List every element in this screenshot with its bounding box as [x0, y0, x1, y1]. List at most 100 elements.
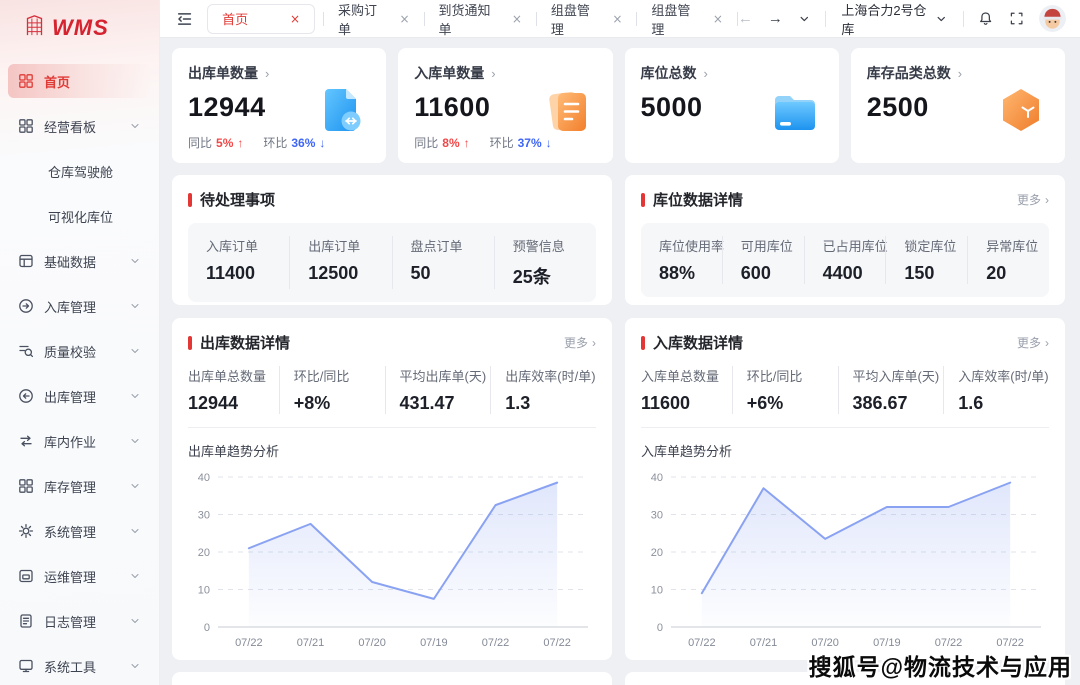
svg-text:20: 20: [651, 547, 663, 559]
inbound-details-panel: 入库数据详情 更多 › 入库单总数量 11600 环比/同比: [625, 318, 1065, 660]
card-title-link[interactable]: 入库单数量 ›: [414, 63, 596, 83]
chevron-down-icon: [129, 255, 141, 267]
more-link[interactable]: 更多 ›: [564, 334, 596, 351]
collapse-sidebar-icon[interactable]: [176, 10, 193, 28]
card-title-link[interactable]: 库存品类总数 ›: [867, 63, 1049, 83]
warehouse-rack-logo-icon: [24, 14, 45, 42]
warehouse-selector[interactable]: 上海合力2号仓库: [841, 0, 947, 38]
chevron-right-icon: ›: [958, 66, 962, 81]
tab-pallet-mgmt-1[interactable]: 组盘管理 ×: [537, 0, 637, 38]
svg-text:07/20: 07/20: [811, 637, 839, 649]
chevron-down-icon: [129, 615, 141, 627]
stat-col: 入库订单 11400: [188, 236, 289, 289]
close-icon[interactable]: ×: [612, 12, 622, 26]
stat-col: 平均入库单(天) 386.67: [838, 366, 944, 414]
svg-text:07/22: 07/22: [688, 637, 716, 649]
sidebar-item-home[interactable]: 首页: [8, 64, 151, 98]
sidebar-item-label: 日志管理: [44, 612, 119, 631]
tab-label: 到货通知单: [439, 0, 496, 38]
sidebar-item-quality-check[interactable]: 质量校验: [8, 334, 151, 368]
card-title: 库位总数: [641, 63, 697, 83]
svg-text:07/22: 07/22: [482, 637, 510, 649]
tab-home[interactable]: 首页 ×: [207, 4, 315, 34]
stat-col: 平均出库单(天) 431.47: [385, 366, 491, 414]
orange-document-icon: [541, 84, 597, 140]
svg-text:07/21: 07/21: [297, 637, 325, 649]
card-title: 出库单数量: [188, 63, 258, 83]
logo: WMS: [0, 0, 159, 56]
panel-title: 库位数据详情: [641, 189, 743, 210]
panel-title: 待处理事项: [188, 189, 275, 210]
back-arrow-icon[interactable]: ←: [738, 11, 753, 26]
logo-text: WMS: [52, 15, 109, 41]
more-link[interactable]: 更多 ›: [1017, 334, 1049, 351]
sidebar-item-warehouse-ops[interactable]: 库内作业: [8, 424, 151, 458]
stat-col: 异常库位 20: [967, 236, 1049, 284]
sidebar-item-system-tools[interactable]: 系统工具: [8, 649, 151, 683]
avatar[interactable]: [1039, 5, 1066, 32]
panel-head: 入库数据详情 更多 ›: [641, 332, 1049, 353]
inbound-trend-chart: 01020304007/2207/2107/2007/1907/2207/22: [641, 465, 1049, 653]
close-icon[interactable]: ×: [400, 12, 410, 26]
sidebar-item-base-data[interactable]: 基础数据: [8, 244, 151, 278]
sidebar-item-label: 入库管理: [44, 297, 119, 316]
pending-items-panel: 待处理事项 入库订单 11400 出库订单 12500 盘点: [172, 175, 612, 305]
card-title-link[interactable]: 出库单数量 ›: [188, 63, 370, 83]
chevron-down-icon: [935, 12, 948, 26]
sidebar-item-inbound-mgmt[interactable]: 入库管理: [8, 289, 151, 323]
tab-label: 组盘管理: [551, 0, 597, 38]
sidebar-item-inventory-mgmt[interactable]: 库存管理: [8, 469, 151, 503]
sidebar-item-log-mgmt[interactable]: 日志管理: [8, 604, 151, 638]
svg-text:07/22: 07/22: [996, 637, 1024, 649]
chevron-down-icon: [129, 660, 141, 672]
history-chevron-down-icon[interactable]: [798, 12, 811, 26]
sidebar-item-label: 系统工具: [44, 657, 119, 676]
chevron-right-icon: ›: [1045, 336, 1049, 350]
inbound-arrow-icon: [18, 298, 34, 314]
svg-text:07/22: 07/22: [235, 637, 263, 649]
chevron-right-icon: ›: [491, 66, 495, 81]
outbound-trend-chart: 01020304007/2207/2107/2007/1907/2207/22: [188, 465, 596, 653]
sidebar-item-warehouse-cockpit[interactable]: 仓库驾驶舱: [8, 154, 151, 188]
grid-icon: [18, 73, 34, 89]
fullscreen-icon[interactable]: [1009, 10, 1024, 27]
sidebar-item-label: 可视化库位: [48, 207, 141, 226]
title-marker: [188, 193, 192, 207]
tab-purchase-orders[interactable]: 采购订单 ×: [324, 0, 424, 38]
pending-stats: 入库订单 11400 出库订单 12500 盘点订单 50 预警信息: [188, 223, 596, 302]
svg-text:20: 20: [198, 547, 210, 559]
sidebar-item-business-board[interactable]: 经营看板: [8, 109, 151, 143]
orange-box-icon: [993, 84, 1049, 140]
blue-document-icon: [314, 84, 370, 140]
svg-text:0: 0: [657, 622, 663, 634]
card-title-link[interactable]: 库位总数 ›: [641, 63, 823, 83]
sidebar-item-system-mgmt[interactable]: 系统管理: [8, 514, 151, 548]
more-link[interactable]: 更多 ›: [1017, 191, 1049, 208]
svg-text:07/19: 07/19: [420, 637, 448, 649]
up-arrow-icon: ↑: [464, 136, 470, 150]
topbar-controls: ← → 上海合力2号仓库: [738, 0, 1066, 38]
chevron-down-icon: [129, 525, 141, 537]
close-icon[interactable]: ×: [290, 12, 300, 26]
close-icon[interactable]: ×: [512, 12, 522, 26]
sidebar-item-visual-locations[interactable]: 可视化库位: [8, 199, 151, 233]
inbound-stats: 入库单总数量 11600 环比/同比 +6% 平均入库单(天) 386.67: [641, 366, 1049, 428]
sidebar-item-outbound-mgmt[interactable]: 出库管理: [8, 379, 151, 413]
tab-pallet-mgmt-2[interactable]: 组盘管理 ×: [637, 0, 737, 38]
forward-arrow-icon[interactable]: →: [768, 11, 783, 26]
sidebar-item-ops-mgmt[interactable]: 运维管理: [8, 559, 151, 593]
tab-arrival-notices[interactable]: 到货通知单 ×: [425, 0, 536, 38]
outbound-details-panel: 出库数据详情 更多 › 出库单总数量 12944 环比/同比: [172, 318, 612, 660]
grid-icon: [18, 478, 34, 494]
title-marker: [641, 336, 645, 350]
card-inbound-orders: 入库单数量 › 11600 同比 8% ↑ 环比 37% ↓: [398, 48, 612, 163]
svg-text:30: 30: [651, 510, 663, 522]
close-icon[interactable]: ×: [713, 12, 723, 26]
panel-title: 出库数据详情: [188, 332, 290, 353]
panel-title: 入库数据详情: [641, 332, 743, 353]
bell-icon[interactable]: [978, 10, 993, 27]
card-title: 入库单数量: [414, 63, 484, 83]
chevron-down-icon: [129, 345, 141, 357]
tab-label: 采购订单: [338, 0, 384, 38]
svg-text:30: 30: [198, 510, 210, 522]
